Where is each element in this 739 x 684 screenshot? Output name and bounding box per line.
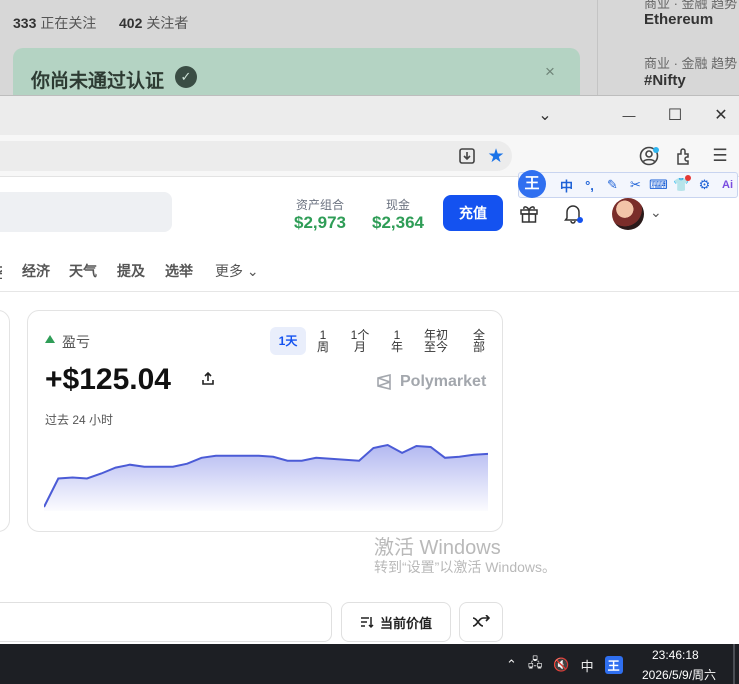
browser-toolbar: ★ ☰ (0, 135, 739, 177)
tray-overflow-chevron-icon[interactable]: ⌃ (506, 657, 517, 673)
category-cut-off-item[interactable]: 经 (0, 263, 2, 279)
range-tab-all[interactable]: 全部 (462, 327, 496, 355)
pen-icon[interactable]: ✎ (603, 175, 622, 195)
range-tabs: 1天 1周 1个月 1年 年初至今 全部 (270, 327, 496, 355)
arrow-right-icon (472, 615, 490, 627)
background-window: 333 正在关注 402 关注者 你尚未通过认证 ✓ × 商业 · 金融 趋势 Et… (0, 0, 739, 95)
category-nav: 经 经济 天气 提及 选举 更多 ⌄ (0, 252, 739, 292)
search-input[interactable] (0, 192, 172, 232)
verification-banner: 你尚未通过认证 ✓ × (13, 48, 580, 95)
network-icon[interactable]: 🖧 (528, 654, 543, 676)
category-weather[interactable]: 天气 (69, 261, 97, 281)
system-tray: ⌃ 🖧 🔇 中 王 (506, 654, 623, 676)
gear-icon[interactable]: ⚙ (695, 175, 714, 195)
toggle-view-button[interactable] (459, 602, 503, 642)
pnl-period-label: 过去 24 小时 (45, 413, 114, 427)
extensions-icon[interactable] (671, 143, 697, 169)
cash-value: $2,364 (372, 213, 424, 232)
tray-ime-icon[interactable]: 王 (604, 656, 623, 674)
activation-watermark-subtitle: 转到“设置”以激活 Windows。 (374, 559, 557, 575)
taskbar-clock-date[interactable]: 2026/5/9/周六 (642, 666, 716, 683)
sort-label: 当前价值 (379, 615, 432, 631)
following-label: 正在关注 (40, 15, 97, 31)
maximize-button[interactable]: ☐ (652, 96, 698, 134)
ime-toolbar: 中 °, ✎ ✂ ⌨ 👕 ⚙ Ai (518, 172, 738, 198)
range-tab-1y[interactable]: 1年 (384, 327, 410, 355)
install-app-icon[interactable] (454, 143, 480, 169)
portfolio-label: 资产组合 (295, 198, 344, 212)
category-elections[interactable]: 选举 (165, 261, 193, 281)
share-icon[interactable] (200, 371, 216, 387)
banner-close-button[interactable]: × (545, 62, 555, 82)
activation-watermark-title: 激活 Windows (374, 537, 501, 559)
verification-title: 你尚未通过认证 (31, 71, 165, 92)
gift-icon[interactable] (516, 200, 542, 226)
ai-assistant-icon[interactable]: Ai (718, 175, 737, 195)
triangle-up-icon (45, 335, 55, 343)
pnl-label: 盈亏 (62, 334, 90, 350)
trend-tag[interactable]: Ethereum (644, 11, 713, 28)
followers-stat[interactable]: 402 关注者 (119, 13, 188, 33)
positions-search-input[interactable] (0, 602, 332, 642)
scissors-icon[interactable]: ✂ (626, 175, 645, 195)
polymarket-logo-icon (377, 373, 391, 391)
cash-summary[interactable]: 现金 $2,364 (366, 196, 430, 233)
following-stat[interactable]: 333 正在关注 (13, 13, 96, 33)
category-more-label: 更多 (215, 263, 243, 279)
range-tab-1m[interactable]: 1个月 (340, 327, 380, 355)
trend-meta: 商业 · 金融 趋势 (644, 56, 738, 71)
sort-icon (360, 617, 374, 629)
volume-muted-icon[interactable]: 🔇 (553, 657, 569, 673)
trend-tag[interactable]: #Nifty (644, 72, 686, 89)
deposit-button[interactable]: 充值 (443, 195, 503, 231)
background-profile-panel: 333 正在关注 402 关注者 你尚未通过认证 ✓ × (0, 0, 597, 95)
skin-shirt-icon[interactable]: 👕 (672, 175, 691, 195)
avatar[interactable] (612, 198, 644, 230)
sort-by-value-button[interactable]: 当前价值 (341, 602, 451, 642)
verified-badge-icon: ✓ (175, 66, 197, 88)
portfolio-card (0, 310, 10, 532)
portfolio-value: $2,973 (294, 213, 346, 232)
category-mentions[interactable]: 提及 (117, 261, 145, 281)
menu-icon[interactable]: ☰ (707, 143, 733, 169)
account-chevron-down-icon[interactable]: ⌄ (650, 204, 662, 221)
brand-name: Polymarket (400, 373, 487, 390)
range-tab-1w[interactable]: 1周 (310, 327, 336, 355)
pnl-card: 盈亏 1天 1周 1个月 1年 年初至今 全部 +$125.04 Polymar… (27, 310, 503, 532)
keyboard-icon[interactable]: ⌨ (649, 175, 668, 195)
profile-icon[interactable] (636, 143, 662, 169)
address-bar[interactable]: ★ (0, 141, 512, 171)
category-economy[interactable]: 经济 (22, 261, 50, 281)
minimize-button[interactable]: — (606, 96, 652, 134)
ime-logo-icon[interactable]: 王 (518, 170, 546, 198)
browser-title-bar: ⌄ — ☐ ✕ (0, 95, 739, 135)
bookmark-star-icon[interactable]: ★ (483, 143, 509, 169)
windows-taskbar: ⌃ 🖧 🔇 中 王 23:46:18 2026/5/9/周六 (0, 644, 739, 684)
followers-count: 402 (119, 15, 143, 31)
show-desktop-button[interactable] (733, 644, 735, 684)
category-more[interactable]: 更多 ⌄ (215, 261, 259, 281)
cash-label: 现金 (385, 198, 410, 212)
background-divider (597, 0, 598, 95)
pnl-value: +$125.04 (45, 363, 171, 396)
range-tab-1d[interactable]: 1天 (270, 327, 306, 355)
notification-bell-icon[interactable] (560, 200, 586, 226)
range-tab-ytd[interactable]: 年初至今 (414, 327, 458, 355)
chevron-down-icon: ⌄ (246, 263, 259, 279)
portfolio-summary[interactable]: 资产组合 $2,973 (288, 196, 352, 233)
taskbar-clock-time[interactable]: 23:46:18 (652, 648, 699, 662)
ime-punctuation-toggle[interactable]: °, (580, 175, 599, 195)
pnl-area-fill (44, 445, 488, 511)
pnl-area-chart (44, 443, 488, 511)
followers-label: 关注者 (146, 15, 189, 31)
ime-mode-toggle[interactable]: 中 (557, 175, 576, 195)
tab-list-chevron-icon[interactable]: ⌄ (522, 96, 568, 134)
polymarket-logo: Polymarket (376, 373, 486, 391)
close-window-button[interactable]: ✕ (698, 96, 739, 134)
tray-ime-mode[interactable]: 中 (581, 656, 594, 675)
following-count: 333 (13, 15, 37, 31)
